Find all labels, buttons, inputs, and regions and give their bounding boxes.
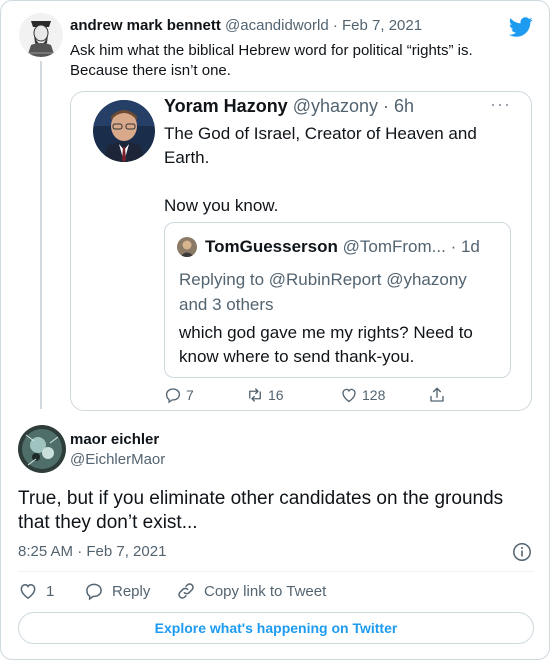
tweet-embed-card: andrew mark bennett @acandidworld · Feb …	[0, 0, 550, 660]
reply-button[interactable]: Reply	[84, 581, 150, 601]
separator: ·	[328, 17, 343, 34]
author-name[interactable]: Yoram Hazony	[164, 96, 288, 116]
like-action[interactable]: 128	[340, 386, 385, 404]
reply-label: Reply	[112, 582, 151, 600]
divider	[18, 571, 534, 572]
main-tweet-text: True, but if you eliminate other candida…	[18, 488, 504, 533]
more-options-icon[interactable]: ···	[490, 94, 511, 115]
author-handle[interactable]: @acandidworld	[225, 17, 329, 34]
avatar[interactable]	[18, 425, 66, 473]
retweet-icon	[249, 388, 261, 402]
author-handle[interactable]: @yhazony	[293, 96, 378, 116]
copy-link-label: Copy link to Tweet	[204, 582, 327, 600]
quoted-tweet-header: Yoram Hazony @yhazony · 6h	[164, 96, 414, 117]
inner-tweet-header: TomGuesserson @TomFrom... · 1d	[205, 237, 480, 257]
reply-icon	[165, 388, 181, 404]
reply-action[interactable]: 7	[164, 386, 194, 404]
retweet-action[interactable]: 16	[246, 386, 284, 404]
share-action[interactable]	[428, 386, 446, 404]
author-handle[interactable]: @EichlerMaor	[70, 451, 165, 468]
quoted-tweet-actions: 7 16 128	[164, 386, 464, 406]
avatar[interactable]	[177, 237, 197, 257]
tweet-time[interactable]: 1d	[461, 237, 480, 256]
info-icon[interactable]	[512, 542, 532, 562]
like-action[interactable]: 1	[18, 581, 54, 601]
author-name[interactable]: TomGuesserson	[205, 237, 338, 256]
tweet-timestamp[interactable]: 8:25 AM · Feb 7, 2021	[18, 543, 166, 560]
heart-icon	[342, 388, 356, 403]
copy-link-button[interactable]: Copy link to Tweet	[176, 581, 326, 601]
retweet-count: 16	[268, 387, 284, 403]
reply-count: 7	[186, 387, 194, 403]
explore-twitter-button[interactable]: Explore what's happening on Twitter	[18, 612, 534, 644]
reply-icon	[86, 583, 102, 601]
separator: ·	[445, 237, 461, 256]
parent-tweet-text: Ask him what the biblical Hebrew word fo…	[70, 42, 473, 79]
quoted-tweet-card[interactable]: Yoram Hazony @yhazony · 6h ··· The God o…	[70, 91, 532, 411]
separator: ·	[378, 96, 395, 116]
thread-line	[40, 61, 42, 409]
inner-tweet-text: which god gave me my rights? Need to kno…	[179, 323, 473, 366]
avatar[interactable]	[93, 100, 155, 162]
replying-to-text: Replying to @RubinReport @yhazony and 3 …	[179, 270, 467, 314]
link-icon	[178, 583, 194, 599]
tweet-time[interactable]: 6h	[394, 96, 414, 116]
author-name[interactable]: maor eichler	[70, 431, 159, 448]
quoted-tweet-text: The God of Israel, Creator of Heaven and…	[164, 124, 477, 215]
parent-tweet-header: andrew mark bennett @acandidworld · Feb …	[70, 17, 422, 34]
tweet-date[interactable]: Feb 7, 2021	[342, 17, 422, 34]
avatar[interactable]	[19, 13, 63, 57]
author-handle[interactable]: @TomFrom...	[343, 237, 446, 256]
twitter-bird-icon[interactable]	[508, 15, 533, 39]
like-count: 128	[362, 387, 386, 403]
inner-quoted-tweet-card[interactable]: TomGuesserson @TomFrom... · 1d Replying …	[164, 222, 511, 378]
heart-icon	[20, 583, 36, 599]
like-count: 1	[46, 582, 55, 600]
share-icon	[430, 387, 444, 402]
author-name[interactable]: andrew mark bennett	[70, 17, 221, 34]
